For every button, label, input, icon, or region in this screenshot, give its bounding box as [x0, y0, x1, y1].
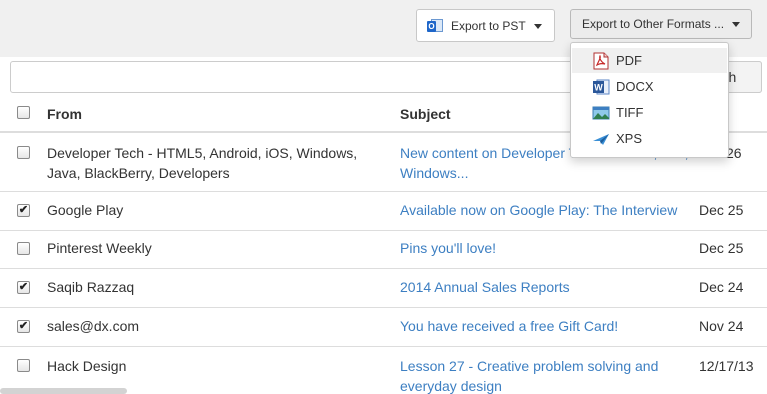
chevron-down-icon [732, 22, 740, 27]
table-row[interactable]: ✔ sales@dx.com You have received a free … [0, 307, 767, 346]
row-checkbox[interactable] [17, 146, 30, 159]
row-subject-link[interactable]: You have received a free Gift Card! [400, 316, 690, 336]
row-checkbox[interactable] [17, 242, 30, 255]
column-header-from[interactable]: From [47, 106, 82, 122]
row-date: Dec 25 [699, 202, 744, 218]
menu-item-label: PDF [616, 53, 642, 68]
xps-icon [592, 130, 610, 148]
row-date: Nov 24 [699, 318, 744, 334]
row-date: Dec 25 [699, 240, 744, 256]
menu-item-label: DOCX [616, 79, 654, 94]
email-export-app: O Export to PST Export to Other Formats … [0, 0, 767, 394]
menu-item-label: XPS [616, 131, 643, 146]
row-checkbox[interactable]: ✔ [17, 320, 30, 333]
outlook-icon: O [427, 17, 443, 35]
image-icon [592, 104, 610, 122]
export-other-formats-button[interactable]: Export to Other Formats ... [570, 9, 752, 39]
menu-item-xps[interactable]: XPS [572, 126, 727, 151]
export-to-pst-button[interactable]: O Export to PST [416, 9, 555, 42]
table-row[interactable]: Pinterest Weekly Pins you'll love! Dec 2… [0, 230, 767, 268]
row-date: 12/17/13 [699, 358, 754, 374]
row-subject-link[interactable]: Pins you'll love! [400, 238, 690, 258]
row-checkbox[interactable]: ✔ [17, 204, 30, 217]
column-header-subject[interactable]: Subject [400, 106, 451, 122]
table-row[interactable]: ✔ Google Play Available now on Google Pl… [0, 191, 767, 230]
table-row[interactable]: ✔ Saqib Razzaq 2014 Annual Sales Reports… [0, 268, 767, 307]
chevron-down-icon [534, 24, 542, 29]
word-icon-letter: W [594, 82, 603, 92]
table-row[interactable]: Hack Design Lesson 27 - Creative problem… [0, 346, 767, 394]
row-from: Google Play [47, 202, 124, 218]
pdf-icon [592, 52, 610, 70]
export-to-pst-label: Export to PST [451, 18, 526, 33]
row-date: Dec 24 [699, 279, 744, 295]
word-icon: W [592, 78, 610, 96]
horizontal-scrollbar[interactable] [0, 388, 127, 394]
menu-item-docx[interactable]: W DOCX [572, 74, 727, 99]
outlook-letter: O [427, 20, 436, 32]
row-subject-link[interactable]: Available now on Google Play: The Interv… [400, 200, 690, 220]
row-from: sales@dx.com [47, 318, 140, 334]
row-subject-link[interactable]: 2014 Annual Sales Reports [400, 277, 690, 297]
row-from: Hack Design [47, 358, 127, 374]
row-from: Developer Tech - HTML5, Android, iOS, Wi… [47, 145, 358, 181]
menu-item-label: TIFF [616, 105, 644, 120]
menu-item-pdf[interactable]: PDF [572, 48, 727, 73]
row-from: Saqib Razzaq [47, 279, 135, 295]
menu-item-tiff[interactable]: TIFF [572, 100, 727, 125]
export-formats-menu: PDF W DOCX TIFF XPS [570, 42, 729, 158]
row-checkbox[interactable] [17, 359, 30, 372]
export-other-formats-label: Export to Other Formats ... [582, 17, 725, 31]
row-subject-link[interactable]: Lesson 27 - Creative problem solving and… [400, 356, 690, 394]
row-from: Pinterest Weekly [47, 240, 152, 256]
select-all-checkbox[interactable] [17, 106, 30, 119]
row-checkbox[interactable]: ✔ [17, 281, 30, 294]
